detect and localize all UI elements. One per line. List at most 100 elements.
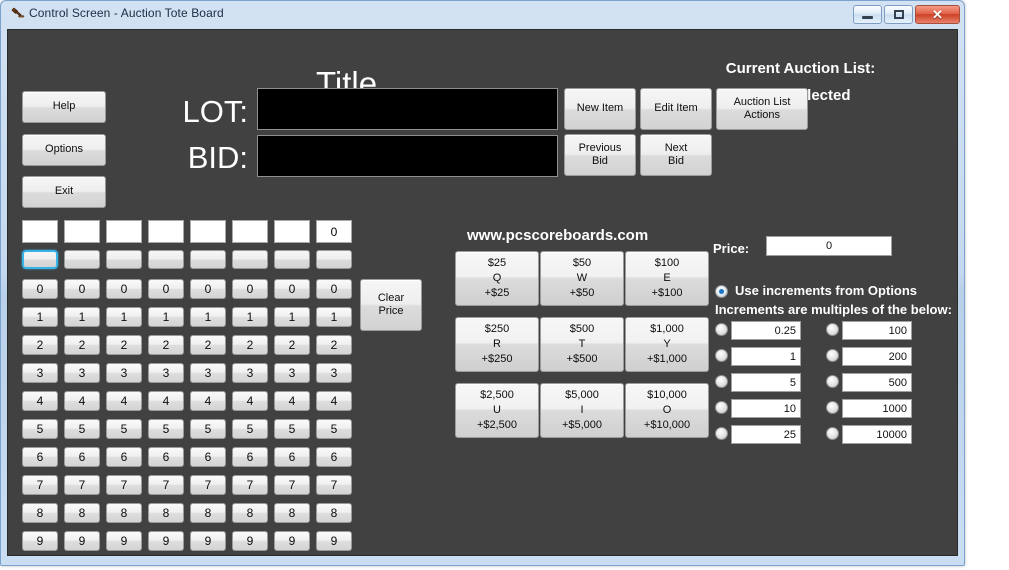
keypad-digit-9-col-7[interactable]: 9 [316,531,352,551]
increment-input-left-3[interactable]: 10 [731,399,801,418]
keypad-digit-3-col-7[interactable]: 3 [316,363,352,383]
keypad-digit-8-col-1[interactable]: 8 [64,503,100,523]
edit-item-button[interactable]: Edit Item [640,88,712,130]
increment-input-right-4[interactable]: 10000 [842,425,912,444]
keypad-digit-1-col-7[interactable]: 1 [316,307,352,327]
keypad-digit-8-col-0[interactable]: 8 [22,503,58,523]
keypad-blank-button-7[interactable] [316,250,352,269]
quick-amount-button-e[interactable]: $100 E +$100 [625,251,709,306]
keypad-blank-button-5[interactable] [232,250,268,269]
keypad-digit-9-col-6[interactable]: 9 [274,531,310,551]
keypad-digit-4-col-2[interactable]: 4 [106,391,142,411]
increment-input-left-2[interactable]: 5 [731,373,801,392]
keypad-display-5[interactable] [232,220,268,243]
increment-radio-right-0[interactable] [826,323,839,336]
keypad-digit-1-col-6[interactable]: 1 [274,307,310,327]
next-bid-button[interactable]: Next Bid [640,134,712,176]
increment-radio-left-0[interactable] [715,323,728,336]
options-button[interactable]: Options [22,134,106,166]
help-button[interactable]: Help [22,91,106,123]
quick-amount-button-u[interactable]: $2,500 U +$2,500 [455,383,539,438]
keypad-digit-4-col-5[interactable]: 4 [232,391,268,411]
increment-radio-left-4[interactable] [715,427,728,440]
keypad-digit-0-col-1[interactable]: 0 [64,279,100,299]
increment-input-left-4[interactable]: 25 [731,425,801,444]
previous-bid-button[interactable]: Previous Bid [564,134,636,176]
keypad-digit-6-col-1[interactable]: 6 [64,447,100,467]
keypad-digit-2-col-2[interactable]: 2 [106,335,142,355]
keypad-digit-2-col-1[interactable]: 2 [64,335,100,355]
increment-input-right-3[interactable]: 1000 [842,399,912,418]
keypad-blank-button-6[interactable] [274,250,310,269]
keypad-digit-5-col-2[interactable]: 5 [106,419,142,439]
keypad-display-6[interactable] [274,220,310,243]
keypad-digit-0-col-4[interactable]: 0 [190,279,226,299]
keypad-digit-7-col-0[interactable]: 7 [22,475,58,495]
keypad-digit-9-col-3[interactable]: 9 [148,531,184,551]
quick-amount-button-q[interactable]: $25 Q +$25 [455,251,539,306]
increment-radio-right-4[interactable] [826,427,839,440]
increment-input-left-0[interactable]: 0.25 [731,321,801,340]
increment-input-right-2[interactable]: 500 [842,373,912,392]
keypad-digit-9-col-4[interactable]: 9 [190,531,226,551]
keypad-digit-4-col-3[interactable]: 4 [148,391,184,411]
keypad-digit-3-col-2[interactable]: 3 [106,363,142,383]
keypad-display-4[interactable] [190,220,226,243]
keypad-display-2[interactable] [106,220,142,243]
keypad-digit-0-col-3[interactable]: 0 [148,279,184,299]
keypad-digit-1-col-1[interactable]: 1 [64,307,100,327]
quick-amount-button-w[interactable]: $50 W +$50 [540,251,624,306]
keypad-digit-5-col-4[interactable]: 5 [190,419,226,439]
clear-price-button[interactable]: Clear Price [360,279,422,331]
keypad-digit-3-col-6[interactable]: 3 [274,363,310,383]
keypad-digit-7-col-6[interactable]: 7 [274,475,310,495]
keypad-digit-0-col-0[interactable]: 0 [22,279,58,299]
keypad-digit-4-col-0[interactable]: 4 [22,391,58,411]
keypad-digit-1-col-0[interactable]: 1 [22,307,58,327]
keypad-digit-6-col-3[interactable]: 6 [148,447,184,467]
keypad-digit-5-col-1[interactable]: 5 [64,419,100,439]
auction-list-actions-button[interactable]: Auction List Actions [716,88,808,130]
increment-radio-left-2[interactable] [715,375,728,388]
keypad-digit-8-col-6[interactable]: 8 [274,503,310,523]
keypad-digit-5-col-6[interactable]: 5 [274,419,310,439]
keypad-display-0[interactable] [22,220,58,243]
keypad-digit-0-col-2[interactable]: 0 [106,279,142,299]
keypad-digit-6-col-6[interactable]: 6 [274,447,310,467]
keypad-digit-4-col-1[interactable]: 4 [64,391,100,411]
keypad-digit-7-col-7[interactable]: 7 [316,475,352,495]
minimize-button[interactable] [853,5,882,24]
increment-input-left-1[interactable]: 1 [731,347,801,366]
close-button[interactable]: ✕ [915,5,960,24]
keypad-digit-0-col-7[interactable]: 0 [316,279,352,299]
keypad-digit-2-col-7[interactable]: 2 [316,335,352,355]
increment-input-right-1[interactable]: 200 [842,347,912,366]
keypad-digit-1-col-4[interactable]: 1 [190,307,226,327]
keypad-digit-7-col-5[interactable]: 7 [232,475,268,495]
increment-radio-right-2[interactable] [826,375,839,388]
keypad-digit-6-col-7[interactable]: 6 [316,447,352,467]
keypad-digit-9-col-5[interactable]: 9 [232,531,268,551]
increment-radio-left-1[interactable] [715,349,728,362]
keypad-digit-5-col-5[interactable]: 5 [232,419,268,439]
keypad-digit-6-col-4[interactable]: 6 [190,447,226,467]
keypad-digit-7-col-1[interactable]: 7 [64,475,100,495]
keypad-digit-7-col-4[interactable]: 7 [190,475,226,495]
keypad-digit-5-col-3[interactable]: 5 [148,419,184,439]
keypad-digit-3-col-0[interactable]: 3 [22,363,58,383]
increment-radio-right-3[interactable] [826,401,839,414]
quick-amount-button-r[interactable]: $250 R +$250 [455,317,539,372]
keypad-digit-7-col-3[interactable]: 7 [148,475,184,495]
bid-display[interactable] [257,135,558,177]
keypad-digit-5-col-0[interactable]: 5 [22,419,58,439]
keypad-display-3[interactable] [148,220,184,243]
keypad-digit-3-col-4[interactable]: 3 [190,363,226,383]
quick-amount-button-t[interactable]: $500 T +$500 [540,317,624,372]
keypad-blank-button-0[interactable] [22,250,58,269]
keypad-display-7[interactable]: 0 [316,220,352,243]
keypad-digit-8-col-3[interactable]: 8 [148,503,184,523]
keypad-digit-4-col-4[interactable]: 4 [190,391,226,411]
keypad-digit-2-col-5[interactable]: 2 [232,335,268,355]
keypad-digit-6-col-0[interactable]: 6 [22,447,58,467]
keypad-digit-0-col-5[interactable]: 0 [232,279,268,299]
